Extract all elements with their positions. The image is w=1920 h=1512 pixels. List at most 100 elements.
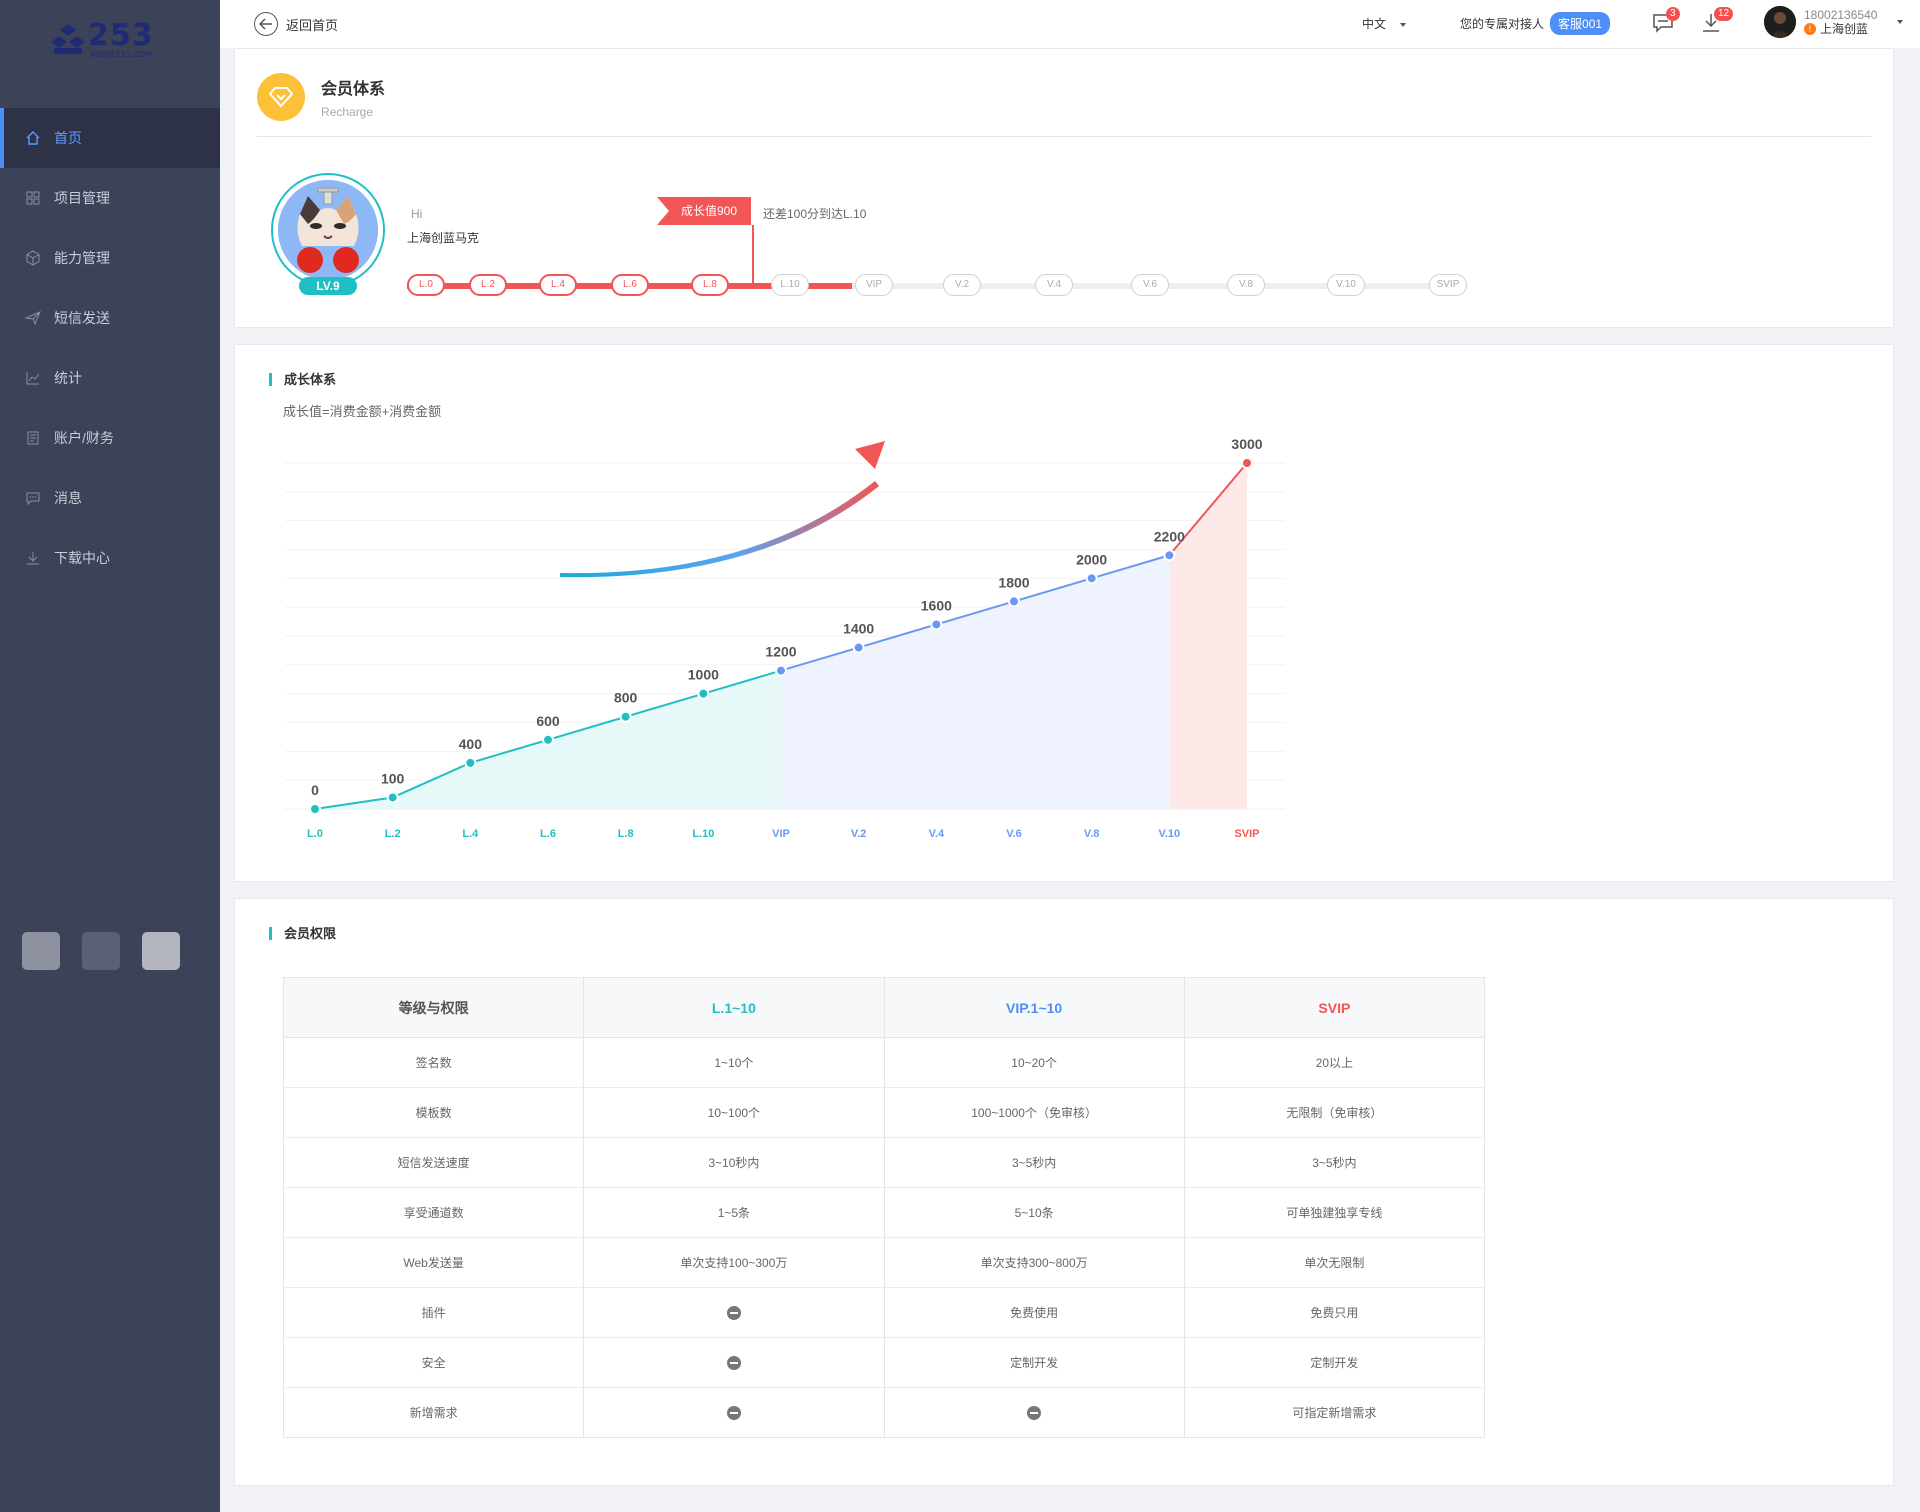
data-point — [1008, 595, 1020, 608]
table-cell: 无限制（免审核） — [1183, 1087, 1486, 1138]
chevron-down-icon — [1400, 22, 1407, 27]
table-cell: 3~10秒内 — [583, 1137, 885, 1188]
download-icon — [24, 549, 42, 567]
page-title: 会员体系 — [321, 81, 386, 98]
table-row: 模板数 10~100个 100~1000个（免审核） 无限制（免审核） — [282, 1087, 1486, 1138]
sidebar-item-sms-send[interactable]: 短信发送 — [0, 288, 220, 348]
level-pill: VIP — [855, 274, 893, 296]
x-tick-label: L.0 — [307, 828, 323, 840]
table-header-cell: L.1~10 — [583, 977, 885, 1038]
sidebar-item-label: 统计 — [54, 370, 82, 386]
theme-swatch-1[interactable] — [22, 932, 60, 970]
downloads-button[interactable]: 12 — [1700, 7, 1734, 36]
data-point — [930, 618, 943, 631]
back-home-label: 返回首页 — [286, 17, 339, 33]
next-level-note: 还差100分到达L.10 — [763, 207, 867, 221]
arrow-left-icon — [254, 12, 278, 36]
area-vip-series — [781, 555, 1170, 809]
table-cell: 免费只用 — [1183, 1287, 1486, 1338]
table-cell: 3~5秒内 — [1183, 1137, 1486, 1188]
sidebar-item-projects[interactable]: 项目管理 — [0, 168, 220, 228]
table-cell: 短信发送速度 — [282, 1137, 585, 1188]
level-pill: L.2 — [469, 274, 507, 296]
sidebar-item-capabilities[interactable]: 能力管理 — [0, 228, 220, 288]
chart-icon — [24, 369, 42, 387]
sidebar-item-home[interactable]: 首页 — [0, 108, 220, 168]
table-cell: 免费使用 — [883, 1287, 1185, 1338]
table-cell: 定制开发 — [883, 1337, 1185, 1388]
permissions-table: 等级与权限 L.1~10 VIP.1~10 SVIP 签名数 1~10个 10~20个 20… — [282, 977, 1486, 1438]
level-progress: L.0 L.2 L.4 L.6 L.8 L.10 VIP V.2 V.4 V.6… — [407, 274, 1467, 298]
messages-button[interactable]: 3 — [1652, 7, 1680, 36]
cat-avatar-icon — [278, 180, 378, 280]
level-badge: LV.9 — [299, 277, 357, 295]
member-company-name: 上海创蓝马克 — [407, 231, 480, 245]
data-label: 1800 — [998, 574, 1029, 590]
table-cell — [583, 1387, 885, 1438]
x-tick-label: L.2 — [385, 828, 401, 840]
table-cell: 10~100个 — [583, 1087, 885, 1138]
table-cell: 单次支持100~300万 — [583, 1237, 885, 1288]
sidebar-item-download-center[interactable]: 下载中心 — [0, 528, 220, 588]
data-label: 1600 — [921, 597, 952, 613]
data-label: 800 — [614, 690, 638, 706]
diamond-icon — [257, 73, 305, 121]
table-row: 签名数 1~10个 10~20个 20以上 — [282, 1037, 1486, 1088]
table-cell: 5~10条 — [883, 1187, 1185, 1238]
table-header-cell: SVIP — [1183, 977, 1486, 1038]
data-label: 2200 — [1154, 528, 1185, 544]
language-label: 中文 — [1362, 17, 1387, 31]
sidebar-item-statistics[interactable]: 统计 — [0, 348, 220, 408]
logo[interactable]: 253 WWW.253.COM — [50, 18, 165, 64]
growth-chart: 0 L.0 100 L.2 400 L.4 600 L.6 800 L.8 1000 L.10 1200… — [285, 436, 1285, 840]
table-header-cell: 等级与权限 — [282, 977, 585, 1038]
table-cell: 3~5秒内 — [883, 1137, 1185, 1188]
table-cell: 享受通道数 — [282, 1187, 585, 1238]
data-point — [775, 664, 787, 677]
back-home-button[interactable]: 返回首页 — [254, 12, 338, 36]
top-header: 返回首页 中文 您的专属对接人 客服001 3 12 18002136540 !… — [220, 0, 1920, 48]
table-cell: 定制开发 — [1183, 1337, 1486, 1388]
theme-swatch-2[interactable] — [82, 932, 120, 970]
table-cell: 单次支持300~800万 — [883, 1237, 1185, 1288]
sidebar-item-account-finance[interactable]: 账户/财务 — [0, 408, 220, 468]
language-select[interactable]: 中文 — [1362, 15, 1407, 32]
growth-card: 成长体系 成长值=消费金额+消费金额 0 L.0 100 L.2 400 L.4 600 L.… — [234, 344, 1894, 882]
permissions-card: 会员权限 等级与权限 L.1~10 VIP.1~10 SVIP 签名数 1~10个 10~… — [234, 898, 1894, 1486]
level-pill: L.4 — [539, 274, 577, 296]
sidebar-item-messages[interactable]: 消息 — [0, 468, 220, 528]
greeting-text: Hi — [411, 207, 423, 221]
data-point — [619, 710, 632, 723]
chevron-down-icon — [1897, 20, 1904, 24]
table-cell: 20以上 — [1183, 1037, 1486, 1088]
contact-label: 您的专属对接人 — [1460, 17, 1545, 31]
x-tick-label: L.6 — [540, 828, 556, 840]
data-label: 400 — [459, 736, 483, 752]
minus-circle-icon — [726, 1305, 741, 1320]
table-row: 插件 免费使用 免费只用 — [282, 1287, 1486, 1338]
data-label: 1200 — [765, 644, 796, 660]
level-pill: L.8 — [691, 274, 729, 296]
x-tick-label: L.4 — [462, 828, 479, 840]
table-cell — [583, 1337, 885, 1388]
sidebar-item-label: 首页 — [54, 130, 82, 146]
user-menu[interactable]: 18002136540 ! 上海创蓝 — [1764, 6, 1904, 38]
send-icon — [24, 309, 42, 327]
table-cell: 安全 — [282, 1337, 585, 1388]
table-row: 安全 定制开发 定制开发 — [282, 1337, 1486, 1388]
level-pill: V.2 — [943, 274, 981, 296]
level-pill: V.10 — [1327, 274, 1365, 296]
table-row: 享受通道数 1~5条 5~10条 可单独建独享专线 — [282, 1187, 1486, 1238]
x-tick-label: V.2 — [851, 828, 867, 840]
data-label: 0 — [311, 782, 319, 798]
document-icon — [24, 429, 42, 447]
table-header-cell: VIP.1~10 — [883, 977, 1185, 1038]
warning-icon: ! — [1804, 23, 1816, 35]
contact-name-tag[interactable]: 客服001 — [1550, 12, 1611, 35]
sidebar-item-label: 消息 — [54, 490, 82, 506]
table-cell: 10~20个 — [883, 1037, 1185, 1088]
x-tick-label: V.6 — [1006, 828, 1022, 840]
sidebar-item-label: 短信发送 — [54, 310, 110, 326]
theme-swatch-3[interactable] — [142, 932, 180, 970]
logo-url: WWW.253.COM — [90, 50, 152, 59]
